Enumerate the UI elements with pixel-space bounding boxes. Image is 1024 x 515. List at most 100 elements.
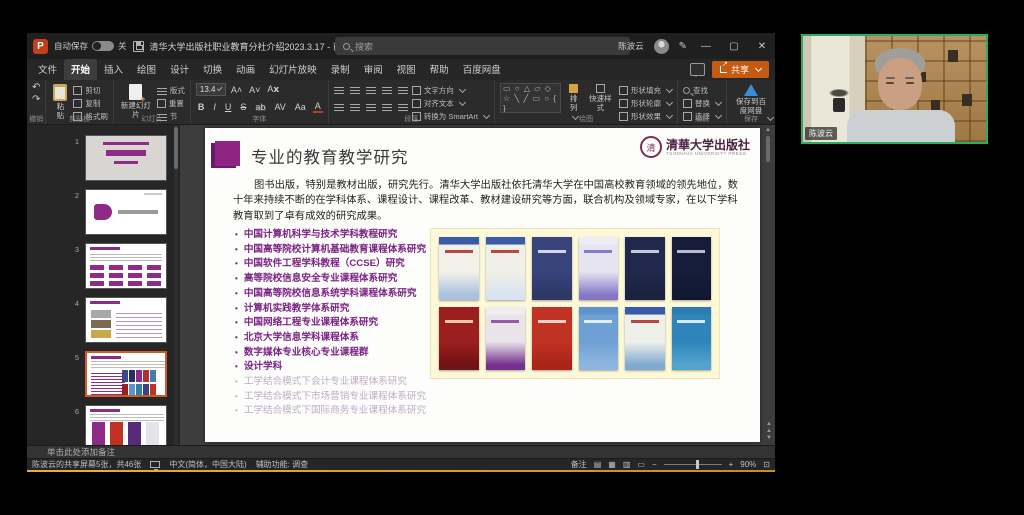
replace-button[interactable]: 替换 <box>683 98 721 109</box>
shapes-gallery[interactable]: ▭ ○ △ ▱ ◇ ☆ ╲ ╱ ▭ ○ { } <box>500 83 561 113</box>
reading-view-icon[interactable]: ▥ <box>623 460 631 469</box>
editor-scrollbar[interactable]: ▲ <box>765 127 771 429</box>
normal-view-icon[interactable]: ▤ <box>594 460 602 469</box>
slide-thumbnail-2[interactable] <box>85 189 167 235</box>
ribbon-tab-绘图[interactable]: 绘图 <box>130 59 163 80</box>
slide-thumbnail-3[interactable] <box>85 243 167 289</box>
thumbnail-scrollbar[interactable] <box>174 125 178 445</box>
ribbon-tab-设计[interactable]: 设计 <box>163 59 196 80</box>
next-slide-button[interactable]: ▲ <box>766 429 772 434</box>
zoom-in-button[interactable]: + <box>729 460 734 469</box>
ribbon-tab-动画[interactable]: 动画 <box>229 59 262 80</box>
slide-thumbnail-5-selected[interactable] <box>85 351 167 397</box>
previous-slide-button[interactable]: ▲ <box>766 422 772 427</box>
paragraph-group-label: 段落 <box>329 114 494 124</box>
shape-fill-button[interactable]: 形状填充 <box>619 85 672 96</box>
minimize-button[interactable]: — <box>697 41 715 52</box>
share-button[interactable]: 共享 <box>712 61 769 78</box>
notes-toggle-button[interactable]: 备注 <box>571 459 587 470</box>
zoom-slider-thumb[interactable] <box>696 460 699 469</box>
ribbon-tab-文件[interactable]: 文件 <box>31 59 64 80</box>
user-avatar[interactable] <box>654 39 669 54</box>
align-center-icon[interactable] <box>350 102 360 111</box>
save-icon[interactable] <box>133 41 144 52</box>
align-right-icon[interactable] <box>366 102 376 111</box>
maximize-button[interactable]: ▢ <box>725 41 743 52</box>
bullet-item: 中国高等院校计算机基础教育课程体系研究 <box>235 243 435 258</box>
reset-button[interactable]: 重置 <box>157 98 185 109</box>
accessibility-status[interactable]: 辅助功能: 调查 <box>256 459 308 470</box>
quick-styles-button[interactable]: 快速样式 <box>586 83 615 113</box>
display-settings-icon[interactable] <box>150 461 160 468</box>
bullets-icon[interactable] <box>334 85 344 94</box>
align-left-icon[interactable] <box>334 102 344 111</box>
fit-to-window-icon[interactable]: ⊡ <box>763 460 770 469</box>
ribbon-tab-插入[interactable]: 插入 <box>97 59 130 80</box>
ribbon-tab-开始[interactable]: 开始 <box>64 59 97 80</box>
slide-title[interactable]: 专业的教育教学研究 <box>251 144 409 168</box>
ribbon-tab-百度网盘[interactable]: 百度网盘 <box>456 59 508 80</box>
justify-icon[interactable] <box>382 102 392 111</box>
book-cover-image <box>439 307 479 370</box>
autosave-toggle[interactable] <box>92 41 114 51</box>
change-case-button[interactable]: Aa <box>293 102 308 112</box>
columns-icon[interactable] <box>398 102 408 111</box>
scroll-down-icon[interactable]: ▼ <box>766 436 772 441</box>
save-to-baidu-button[interactable]: 保存到百度网盘 <box>732 83 770 116</box>
webcam-video-tile[interactable]: 陈波云 <box>801 34 988 144</box>
close-button[interactable]: ✕ <box>753 41 771 52</box>
ribbon-tab-帮助[interactable]: 帮助 <box>423 59 456 80</box>
slide-thumbnail-6[interactable] <box>85 405 167 445</box>
clear-format-button[interactable]: A𝘅 <box>265 84 281 95</box>
numbering-icon[interactable] <box>350 85 360 94</box>
search-input[interactable]: 搜索 <box>335 37 630 55</box>
ribbon-tab-录制[interactable]: 录制 <box>324 59 357 80</box>
zoom-slider[interactable] <box>664 464 722 465</box>
layout-button[interactable]: 版式 <box>157 85 185 96</box>
cut-button[interactable]: 剪切 <box>73 85 108 96</box>
research-bullet-list[interactable]: 中国计算机科学与技术学科教程研究中国高等院校计算机基础教育课程体系研究中国软件工… <box>235 228 435 419</box>
ribbon-tab-视图[interactable]: 视图 <box>390 59 423 80</box>
line-spacing-icon[interactable] <box>398 85 408 94</box>
language-indicator[interactable]: 中文(简体，中国大陆) <box>169 459 246 470</box>
redo-icon[interactable]: ↷ <box>32 95 40 105</box>
ribbon-tab-幻灯片放映[interactable]: 幻灯片放映 <box>262 59 324 80</box>
ribbon-tab-审阅[interactable]: 审阅 <box>357 59 390 80</box>
increase-indent-icon[interactable] <box>382 85 392 94</box>
strikethrough-button[interactable]: S <box>238 102 248 112</box>
shrink-font-button[interactable]: A˅ <box>247 85 262 95</box>
pen-mode-icon[interactable]: ✎ <box>679 41 687 52</box>
comments-icon[interactable] <box>690 63 705 76</box>
underline-button[interactable]: U <box>223 102 234 112</box>
text-shadow-button[interactable]: ab <box>253 102 267 112</box>
slideshow-view-icon[interactable]: ▭ <box>637 460 645 469</box>
slide-thumbnail-1[interactable] <box>85 135 167 181</box>
font-size-input[interactable]: 13.4 <box>196 83 226 96</box>
slide-canvas[interactable]: 专业的教育教学研究 清 清華大学出版社 TSINGHUA UNIVERSITY … <box>205 128 760 442</box>
powerpoint-app-icon[interactable]: P <box>33 39 48 54</box>
zoom-level[interactable]: 90% <box>740 460 756 469</box>
scroll-up-icon[interactable]: ▲ <box>765 127 771 133</box>
account-user-name[interactable]: 陈波云 <box>618 40 644 52</box>
font-color-button[interactable]: A <box>313 101 323 113</box>
ribbon-tab-切换[interactable]: 切换 <box>196 59 229 80</box>
align-text-button[interactable]: 对齐文本 <box>412 98 489 109</box>
notes-pane[interactable]: 单击此处添加备注 <box>27 445 775 458</box>
find-button[interactable]: 查找 <box>683 85 721 96</box>
bold-button[interactable]: B <box>196 102 207 112</box>
editing-group-label: 编辑 <box>678 114 726 124</box>
text-direction-button[interactable]: 文字方向 <box>412 85 489 96</box>
slide-sorter-view-icon[interactable]: ▦ <box>608 460 616 469</box>
character-spacing-button[interactable]: AV <box>272 102 287 112</box>
grow-font-button[interactable]: A˄ <box>229 85 244 95</box>
slide-intro-paragraph[interactable]: 图书出版，特别是教材出版，研究先行。清华大学出版社依托清华大学在中国高校教育领域… <box>233 178 738 224</box>
decrease-indent-icon[interactable] <box>366 85 376 94</box>
undo-icon[interactable]: ↶ <box>32 83 40 93</box>
zoom-out-button[interactable]: − <box>652 460 657 469</box>
title-bar: P 自动保存 关 清华大学出版社职业教育分社介绍2023.3.17 - 已保存到… <box>27 33 775 59</box>
italic-button[interactable]: I <box>211 102 218 112</box>
shape-outline-button[interactable]: 形状轮廓 <box>619 98 672 109</box>
autosave-control[interactable]: 自动保存 关 <box>54 40 127 52</box>
copy-button[interactable]: 复制 <box>73 98 108 109</box>
slide-thumbnail-4[interactable] <box>85 297 167 343</box>
